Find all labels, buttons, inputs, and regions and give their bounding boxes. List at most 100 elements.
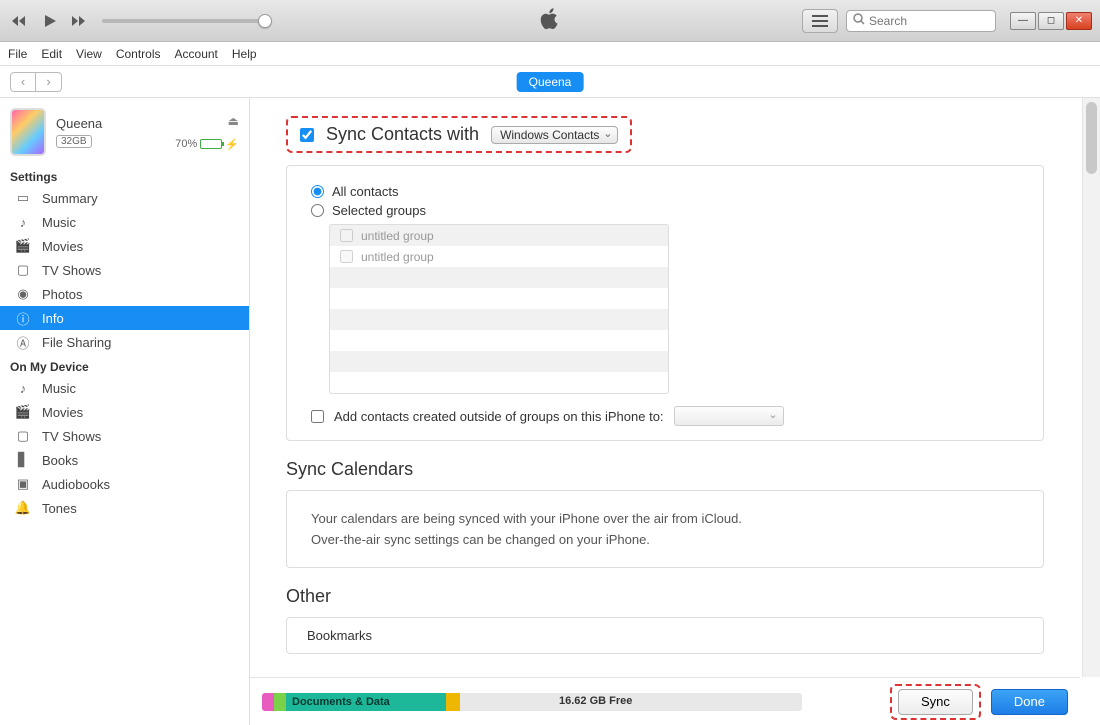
movies-icon: 🎬 [14, 405, 32, 419]
play-button[interactable] [38, 11, 62, 31]
list-view-button[interactable] [802, 9, 838, 33]
sidebar-item-music[interactable]: ♪ Music [0, 210, 249, 234]
sidebar-device-tones[interactable]: 🔔 Tones [0, 496, 249, 520]
group-row[interactable]: untitled group [330, 225, 668, 246]
filesharing-icon: Ⓐ [14, 335, 32, 349]
selected-groups-radio[interactable]: Selected groups [311, 203, 1019, 218]
sidebar-device-movies[interactable]: 🎬 Movies [0, 400, 249, 424]
sidebar-item-info[interactable]: ⓘ Info [0, 306, 249, 330]
sidebar-item-label: Movies [42, 239, 83, 254]
music-icon: ♪ [14, 215, 32, 229]
add-outside-checkbox[interactable] [311, 410, 324, 423]
sidebar-item-label: Summary [42, 191, 98, 206]
sync-contacts-title: Sync Contacts with [326, 124, 479, 145]
maximize-button[interactable]: ◻ [1038, 12, 1064, 30]
sync-button[interactable]: Sync [898, 689, 973, 715]
contacts-panel: All contacts Selected groups untitled gr… [286, 165, 1044, 441]
search-field[interactable] [846, 10, 996, 32]
menu-file[interactable]: File [8, 47, 27, 61]
battery-percent: 70% [175, 138, 197, 150]
sidebar-device-tvshows[interactable]: ▢ TV Shows [0, 424, 249, 448]
sidebar-item-summary[interactable]: ▭ Summary [0, 186, 249, 210]
summary-icon: ▭ [14, 191, 32, 205]
audiobooks-icon: ▣ [14, 477, 32, 491]
sidebar-item-photos[interactable]: ◉ Photos [0, 282, 249, 306]
device-header[interactable]: Queena 32GB ⏏ 70% ⚡ [0, 104, 249, 164]
toolbar: — ◻ ✕ [0, 0, 1100, 42]
menu-view[interactable]: View [76, 47, 102, 61]
sidebar-item-movies[interactable]: 🎬Movies [0, 234, 249, 258]
charging-icon: ⚡ [225, 138, 239, 151]
sidebar-device-music[interactable]: ♪ Music [0, 376, 249, 400]
sidebar-item-label: Music [42, 215, 76, 230]
docs-segment: Documents & Data [286, 693, 446, 711]
other-title: Other [286, 586, 1044, 607]
sidebar-item-filesharing[interactable]: Ⓐ File Sharing [0, 330, 249, 354]
bottom-bar: Documents & Data 16.62 GB Free Sync Done [250, 677, 1080, 725]
calendars-panel: Your calendars are being synced with you… [286, 490, 1044, 568]
nav-back-button[interactable]: ‹ [10, 72, 36, 92]
info-icon: ⓘ [14, 311, 32, 325]
sync-highlight: Sync [890, 684, 981, 720]
apple-logo-icon [540, 8, 560, 33]
scrollbar[interactable] [1082, 98, 1100, 677]
group-row[interactable]: untitled group [330, 246, 668, 267]
search-input[interactable] [869, 14, 989, 28]
sync-contacts-checkbox[interactable] [300, 128, 314, 142]
calendars-line2: Over-the-air sync settings can be change… [311, 532, 1019, 547]
bookmarks-row: Bookmarks [286, 617, 1044, 654]
done-button[interactable]: Done [991, 689, 1068, 715]
capacity-badge: 32GB [56, 135, 92, 148]
calendars-title: Sync Calendars [286, 459, 1044, 480]
next-button[interactable] [68, 11, 92, 31]
free-space-label: 16.62 GB Free [559, 695, 632, 707]
outside-label: Add contacts created outside of groups o… [334, 409, 664, 424]
add-outside-contacts-row[interactable]: Add contacts created outside of groups o… [311, 406, 1019, 426]
nav-forward-button[interactable]: › [36, 72, 62, 92]
menu-help[interactable]: Help [232, 47, 257, 61]
device-name: Queena [56, 116, 165, 131]
device-pill[interactable]: Queena [517, 72, 584, 92]
sidebar-device-header: On My Device [0, 354, 249, 376]
sidebar-item-label: Photos [42, 287, 82, 302]
sidebar-settings-header: Settings [0, 164, 249, 186]
close-button[interactable]: ✕ [1066, 12, 1092, 30]
sidebar-item-label: Music [42, 381, 76, 396]
contacts-provider-select[interactable]: Windows Contacts [491, 126, 618, 144]
sidebar-item-label: File Sharing [42, 335, 111, 350]
previous-button[interactable] [8, 11, 32, 31]
sidebar-device-books[interactable]: ▋Books [0, 448, 249, 472]
sync-contacts-header: Sync Contacts with Windows Contacts [286, 116, 632, 153]
scroll-thumb[interactable] [1086, 102, 1097, 174]
sidebar-item-tvshows[interactable]: ▢TV Shows [0, 258, 249, 282]
sidebar-item-label: Tones [42, 501, 77, 516]
sidebar-item-label: Audiobooks [42, 477, 110, 492]
search-icon [853, 13, 865, 28]
menu-controls[interactable]: Controls [116, 47, 161, 61]
battery-icon [200, 139, 222, 149]
music-icon: ♪ [14, 381, 32, 395]
radio-label: All contacts [332, 184, 398, 199]
sidebar-item-label: TV Shows [42, 429, 101, 444]
group-label: untitled group [361, 250, 434, 264]
eject-icon[interactable]: ⏏ [228, 114, 239, 128]
sidebar-item-label: Books [42, 453, 78, 468]
device-thumbnail-icon [10, 108, 46, 156]
minimize-button[interactable]: — [1010, 12, 1036, 30]
radio-label: Selected groups [332, 203, 426, 218]
menu-edit[interactable]: Edit [41, 47, 62, 61]
tv-icon: ▢ [14, 429, 32, 443]
sidebar-item-label: Movies [42, 405, 83, 420]
sidebar-item-label: Info [42, 311, 64, 326]
volume-slider[interactable] [102, 19, 272, 23]
menu-account[interactable]: Account [175, 47, 218, 61]
sidebar: Queena 32GB ⏏ 70% ⚡ Settings ▭ Summary ♪ M… [0, 98, 250, 725]
outside-group-select[interactable] [674, 406, 784, 426]
battery-indicator: 70% ⚡ [175, 138, 239, 151]
tv-icon: ▢ [14, 263, 32, 277]
groups-list: untitled group untitled group [329, 224, 669, 394]
all-contacts-radio[interactable]: All contacts [311, 184, 1019, 199]
sidebar-device-audiobooks[interactable]: ▣ Audiobooks [0, 472, 249, 496]
photos-icon: ◉ [14, 287, 32, 301]
tones-icon: 🔔 [14, 501, 32, 515]
